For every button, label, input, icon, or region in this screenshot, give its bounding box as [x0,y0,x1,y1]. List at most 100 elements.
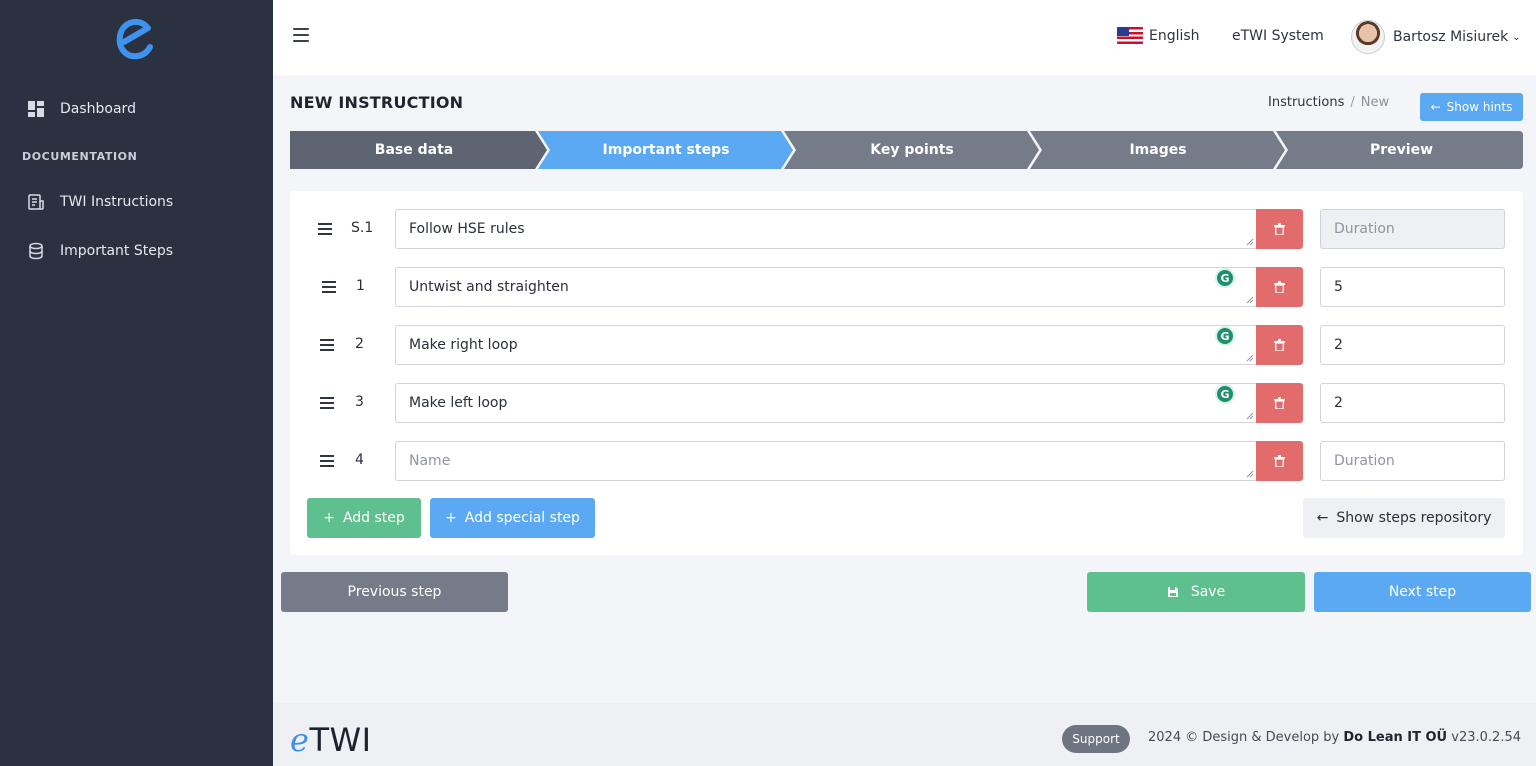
next-step-label: Next step [1388,584,1457,600]
avatar [1351,20,1385,54]
plus-icon: + [323,510,335,526]
add-special-step-label: Add special step [464,510,580,526]
user-menu[interactable]: Bartosz Misiurek ⌄ [1351,20,1521,54]
trash-icon [1274,223,1285,235]
wizard-stepper: Base data Important steps Key points Ima… [290,131,1523,169]
resize-handle-icon[interactable] [1246,296,1254,304]
duration-input[interactable] [1320,209,1505,249]
next-step-button[interactable]: Next step [1314,572,1531,612]
grammarly-icon[interactable]: G [1215,268,1235,288]
step-name-input[interactable] [395,325,1257,365]
duration-input[interactable] [1320,383,1505,423]
add-special-step-button[interactable]: + Add special step [430,498,595,538]
resize-handle-icon[interactable] [1246,354,1254,362]
drag-handle-icon[interactable] [320,397,334,409]
drag-handle-icon[interactable] [322,281,336,293]
breadcrumb: Instructions / New [1268,95,1390,110]
footer-logo-e: e [290,721,310,759]
arrow-left-icon: ← [1430,100,1441,114]
footer-logo-text: TWI [309,721,372,759]
duration-input[interactable] [1320,325,1505,365]
step-name-input[interactable] [395,383,1257,423]
plus-icon: + [445,510,457,526]
trash-icon [1274,397,1285,409]
chevron-down-icon: ⌄ [1512,31,1521,43]
language-selector[interactable]: English [1117,27,1200,44]
step-name-input[interactable] [395,441,1257,481]
trash-icon [1274,455,1285,467]
delete-step-button[interactable] [1256,383,1303,423]
tab-base-data[interactable]: Base data [290,131,538,169]
add-step-button[interactable]: + Add step [307,498,421,538]
show-hints-button[interactable]: ← Show hints [1420,93,1523,121]
previous-step-button[interactable]: Previous step [281,572,508,612]
us-flag-icon [1117,27,1143,44]
tab-images[interactable]: Images [1034,131,1282,169]
copyright: 2024 © Design & Develop by Do Lean IT OÜ… [1148,730,1521,745]
sidebar-item-label: TWI Instructions [60,194,174,210]
user-name: Bartosz Misiurek [1393,29,1509,45]
save-icon [1167,587,1178,597]
sidebar-item-label: Important Steps [60,243,174,259]
support-button[interactable]: Support [1062,725,1130,753]
document-icon [26,192,46,212]
delete-step-button[interactable] [1256,441,1303,481]
sidebar-item-twi-instructions[interactable]: TWI Instructions [26,187,173,217]
delete-step-button[interactable] [1256,209,1303,249]
trash-icon [1274,339,1285,351]
language-label: English [1149,27,1200,44]
database-icon [26,241,46,261]
step-name-input[interactable] [395,209,1257,249]
steps-card: S.1 1 G 2 G 3 G [290,191,1523,555]
resize-handle-icon[interactable] [1246,470,1254,478]
step-row: 4 [290,441,1523,481]
grammarly-icon[interactable]: G [1215,326,1235,346]
step-name-input[interactable] [395,267,1257,307]
footer-logo: eTWI [290,721,372,759]
arrow-left-icon: ← [1316,510,1329,526]
sidebar-item-important-steps[interactable]: Important Steps [26,236,173,266]
step-number: 4 [355,452,364,468]
breadcrumb-instructions[interactable]: Instructions [1268,95,1344,110]
footer: eTWI Support 2024 © Design & Develop by … [273,703,1536,766]
step-row: 1 G [290,267,1523,307]
step-number: 1 [356,278,365,294]
etwi-logo-icon[interactable] [112,16,158,62]
delete-step-button[interactable] [1256,267,1303,307]
show-hints-label: Show hints [1446,100,1513,114]
step-row: 3 G [290,383,1523,423]
resize-handle-icon[interactable] [1246,412,1254,420]
save-button[interactable]: Save [1087,572,1305,612]
tab-key-points[interactable]: Key points [788,131,1036,169]
drag-handle-icon[interactable] [318,223,332,235]
sidebar-item-label: Dashboard [60,101,136,117]
step-row: S.1 [290,209,1523,249]
save-label: Save [1190,584,1226,600]
resize-handle-icon[interactable] [1246,238,1254,246]
step-number: 2 [355,336,364,352]
system-label[interactable]: eTWI System [1232,28,1324,44]
page-title: NEW INSTRUCTION [290,93,464,112]
sidebar-item-dashboard[interactable]: Dashboard [26,94,136,124]
menu-toggle-icon[interactable] [293,28,309,42]
add-step-label: Add step [342,510,405,526]
dashboard-icon [26,99,46,119]
duration-input[interactable] [1320,441,1505,481]
delete-step-button[interactable] [1256,325,1303,365]
step-number: S.1 [351,220,374,236]
company-name: Do Lean IT OÜ [1343,730,1448,745]
topbar: English eTWI System Bartosz Misiurek ⌄ [273,0,1536,75]
show-steps-repository-label: Show steps repository [1336,510,1492,526]
breadcrumb-current: New [1360,95,1390,110]
step-number: 3 [355,394,364,410]
copyright-prefix: 2024 © Design & Develop by [1148,730,1340,745]
drag-handle-icon[interactable] [320,339,334,351]
trash-icon [1274,281,1285,293]
sidebar: Dashboard DOCUMENTATION TWI Instructions… [0,0,273,766]
grammarly-icon[interactable]: G [1215,384,1235,404]
show-steps-repository-button[interactable]: ← Show steps repository [1303,498,1505,538]
tab-important-steps[interactable]: Important steps [542,131,790,169]
duration-input[interactable] [1320,267,1505,307]
drag-handle-icon[interactable] [320,455,334,467]
tab-preview[interactable]: Preview [1280,131,1523,169]
